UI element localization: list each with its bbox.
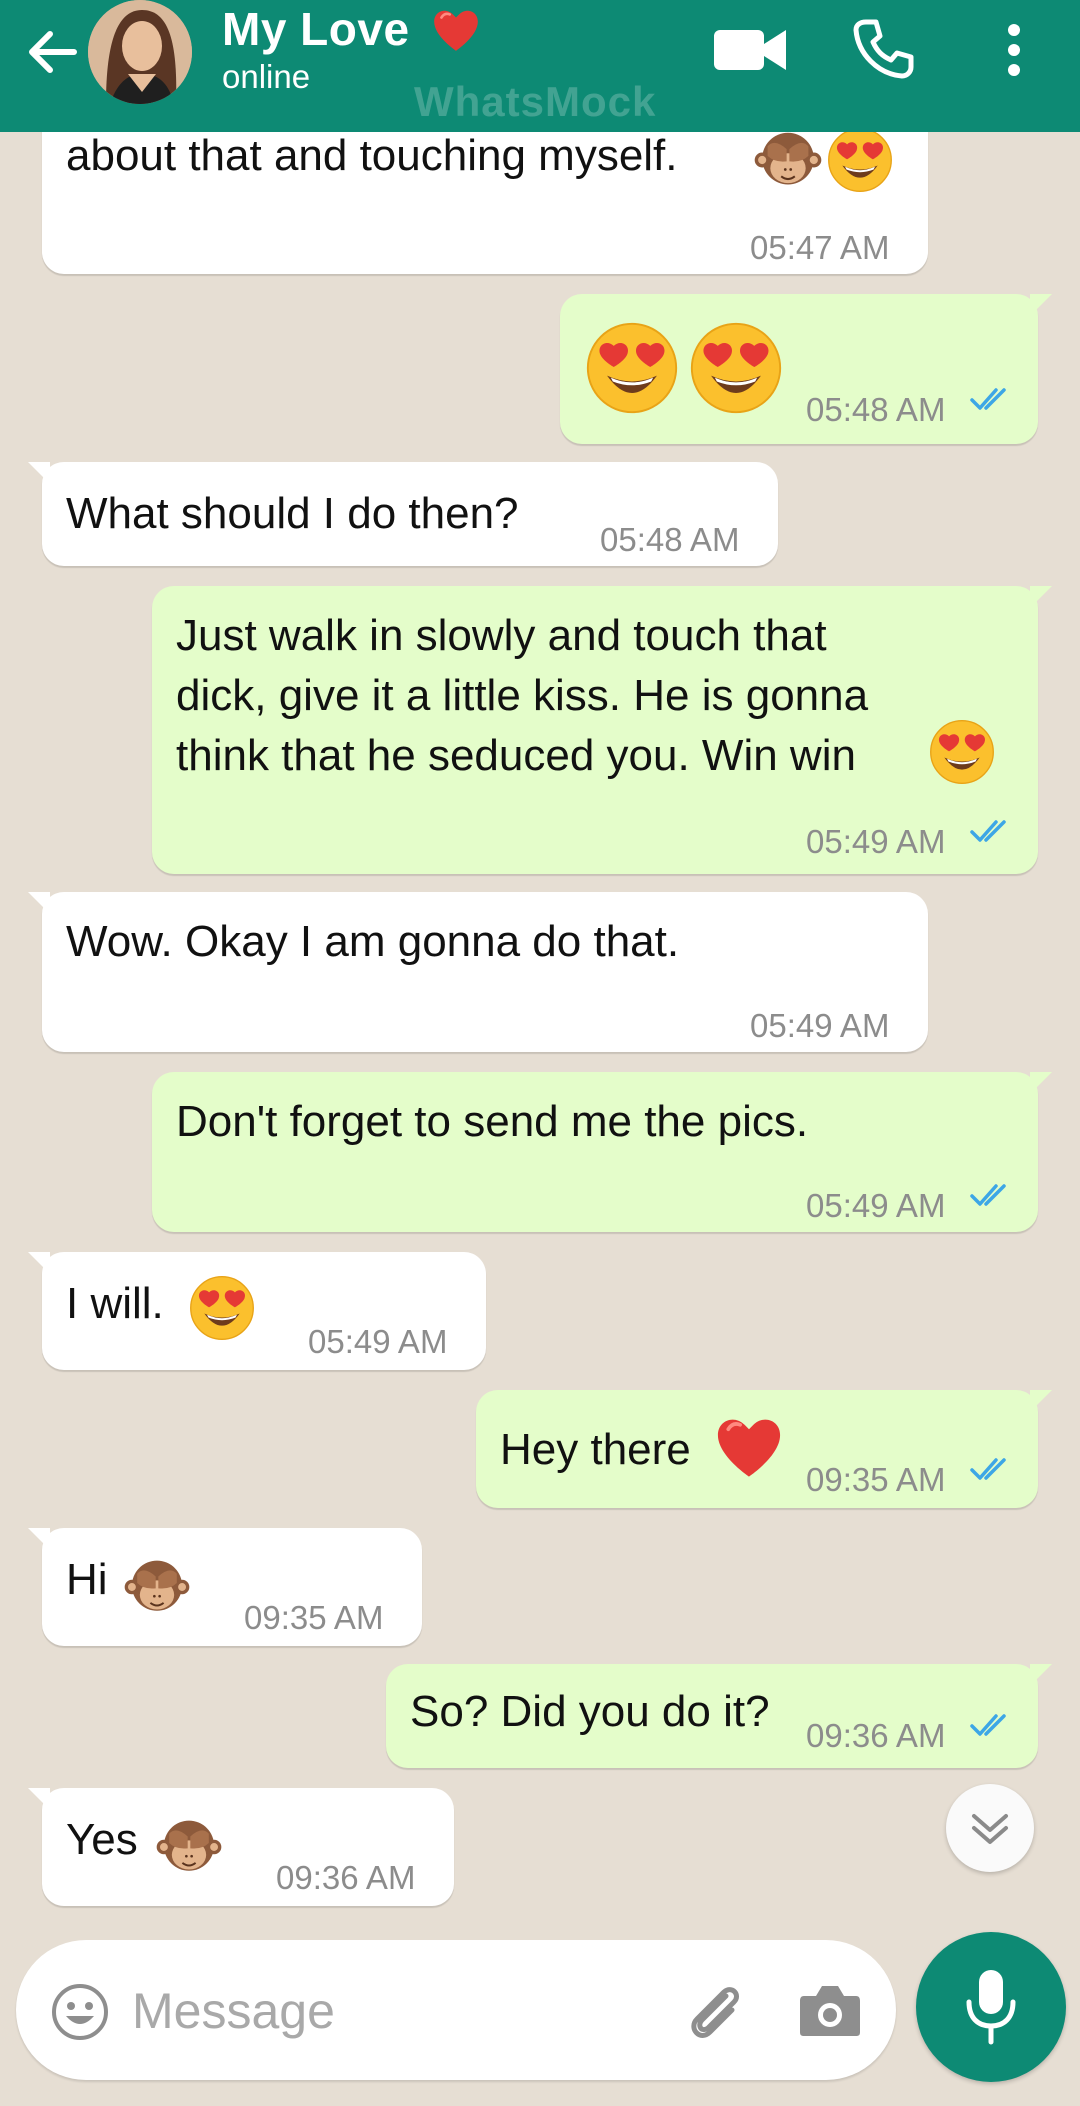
message-input[interactable]	[132, 1976, 672, 2046]
message-bubble-incoming[interactable]: I will. 05:49 AM	[28, 1252, 486, 1370]
double-chevron-down-icon	[972, 1814, 1008, 1844]
phone-icon[interactable]	[852, 18, 914, 80]
see-no-evil-monkey-icon	[156, 1814, 222, 1880]
message-time: 09:36 AM	[806, 1717, 946, 1754]
message-time: 05:49 AM	[806, 1187, 946, 1224]
more-options-icon[interactable]	[994, 20, 1034, 80]
message-text: Wow. Okay I am gonna do that.	[66, 917, 680, 966]
watermark: WhatsMock	[414, 78, 657, 125]
message-text: Yes	[66, 1815, 138, 1864]
message-time: 09:36 AM	[276, 1859, 416, 1896]
contact-status: online	[222, 58, 311, 95]
message-text: So? Did you do it?	[410, 1687, 770, 1736]
red-heart-icon	[428, 4, 484, 56]
message-time: 05:49 AM	[308, 1323, 448, 1360]
video-call-icon[interactable]	[712, 22, 788, 78]
chat-screen: about that and touching myself. 05:47 AM…	[0, 0, 1080, 2106]
message-bubble-outgoing[interactable]: Just walk in slowly and touch that dick,…	[152, 586, 1052, 874]
message-time: 05:48 AM	[600, 521, 740, 558]
message-bubble-incoming[interactable]: What should I do then? 05:48 AM	[28, 462, 778, 566]
emoji-icon[interactable]	[50, 1982, 110, 2042]
message-bubble-incoming[interactable]: Yes 09:36 AM	[28, 1788, 454, 1906]
voice-message-button[interactable]	[916, 1932, 1066, 2082]
heart-eyes-emoji-icon	[584, 320, 680, 416]
message-text: Hi	[66, 1555, 108, 1604]
camera-icon[interactable]	[798, 1980, 862, 2040]
message-text: What should I do then?	[66, 489, 519, 538]
message-time: 05:49 AM	[750, 1007, 890, 1044]
message-bubble-outgoing[interactable]: So? Did you do it? 09:36 AM	[386, 1664, 1052, 1768]
see-no-evil-monkey-icon	[124, 1554, 190, 1620]
contact-photo-icon	[88, 0, 192, 104]
heart-eyes-emoji-icon	[826, 126, 894, 194]
message-composer	[16, 1940, 896, 2080]
message-bubble-incoming[interactable]: Hi 09:35 AM	[28, 1528, 422, 1646]
message-text: about that and touching myself.	[66, 131, 678, 180]
chat-header: My Love online WhatsMock	[0, 0, 1080, 132]
paperclip-icon[interactable]	[680, 1976, 750, 2046]
message-text: Don't forget to send me the pics.	[176, 1097, 809, 1146]
read-receipt-icon	[970, 818, 1014, 844]
message-time: 05:48 AM	[806, 391, 946, 428]
red-heart-icon	[712, 1410, 786, 1484]
message-bubble-outgoing[interactable]: 05:48 AM	[560, 294, 1052, 444]
microphone-icon	[966, 1970, 1016, 2045]
message-time: 05:49 AM	[806, 823, 946, 860]
read-receipt-icon	[970, 386, 1014, 412]
avatar[interactable]	[88, 0, 192, 104]
contact-name[interactable]: My Love	[222, 2, 410, 56]
heart-eyes-emoji-icon	[688, 320, 784, 416]
scroll-to-bottom-button[interactable]	[946, 1784, 1034, 1872]
message-text: Hey there	[500, 1425, 691, 1474]
heart-eyes-emoji-icon	[188, 1274, 256, 1342]
message-bubble-incoming[interactable]: Wow. Okay I am gonna do that. 05:49 AM	[28, 892, 928, 1052]
message-bubble-outgoing[interactable]: Hey there 09:35 AM	[476, 1390, 1052, 1508]
chat-area[interactable]: about that and touching myself. 05:47 AM…	[0, 0, 1080, 2106]
message-time: 09:35 AM	[244, 1599, 384, 1636]
message-time: 09:35 AM	[806, 1461, 946, 1498]
read-receipt-icon	[970, 1456, 1014, 1482]
message-text: Just walk in slowly and touch that dick,…	[176, 611, 869, 780]
message-text: I will.	[66, 1279, 164, 1328]
message-bubble-outgoing[interactable]: Don't forget to send me the pics. 05:49 …	[152, 1072, 1052, 1232]
read-receipt-icon	[970, 1182, 1014, 1208]
back-arrow-icon[interactable]	[22, 22, 82, 82]
heart-eyes-emoji-icon	[928, 718, 996, 786]
see-no-evil-monkey-icon	[754, 126, 822, 194]
message-time: 05:47 AM	[750, 229, 890, 266]
read-receipt-icon	[970, 1712, 1014, 1738]
